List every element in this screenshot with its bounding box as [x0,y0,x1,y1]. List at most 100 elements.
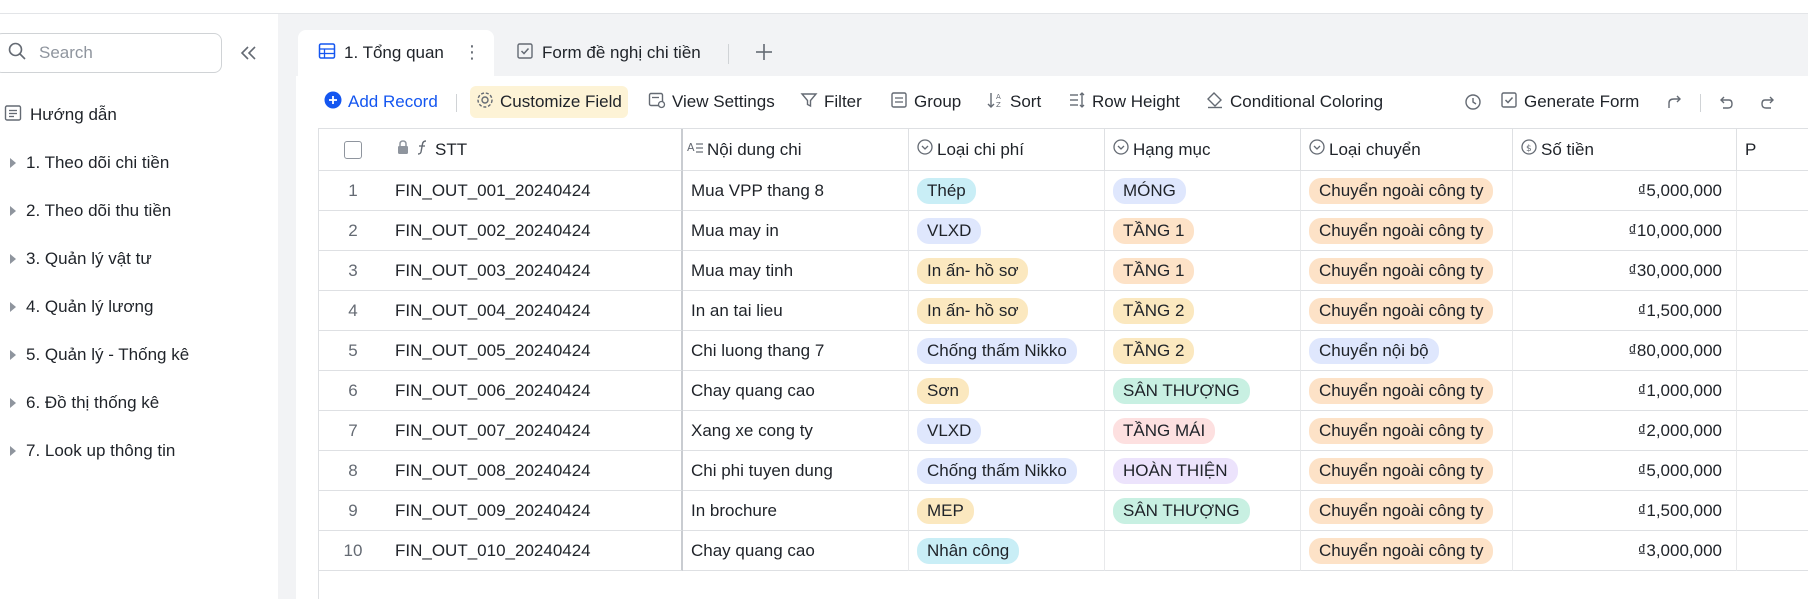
cell-stt[interactable]: FIN_OUT_004_20240424 [387,291,683,331]
cell-hang-muc[interactable]: TẦNG 2 [1105,331,1301,371]
sidebar-item-guide[interactable]: Hướng dẫn [4,95,117,135]
cell-n[interactable]: 6 [319,371,387,411]
table-row[interactable]: 7 FIN_OUT_007_20240424 Xang xe cong ty VLXD… [319,411,1808,451]
cell-n[interactable]: 5 [319,331,387,371]
table-row[interactable]: 1 FIN_OUT_001_20240424 Mua VPP thang 8 Thép… [319,171,1808,211]
cell-hang-muc[interactable]: HOÀN THIỆN [1105,451,1301,491]
cell-hang-muc[interactable]: TẦNG 1 [1105,251,1301,291]
caret-right-icon[interactable] [0,158,26,168]
cell-loai-chuyen[interactable]: Chuyển ngoài công ty [1301,531,1513,571]
cell-n[interactable]: 7 [319,411,387,451]
cell-loai-chi-phi[interactable]: Thép [909,171,1105,211]
cell-n[interactable]: 9 [319,491,387,531]
cell-stt[interactable]: FIN_OUT_008_20240424 [387,451,683,491]
cell-loai-chuyen[interactable]: Chuyển ngoài công ty [1301,291,1513,331]
cell-overflow[interactable] [1737,531,1808,571]
column-header-hang-muc[interactable]: Hạng mục [1105,129,1301,171]
search-input[interactable]: Search [0,33,222,73]
cell-loai-chi-phi[interactable]: Chống thấm Nikko [909,451,1105,491]
cell-stt[interactable]: FIN_OUT_002_20240424 [387,211,683,251]
caret-right-icon[interactable] [0,350,26,360]
table-row[interactable]: 5 FIN_OUT_005_20240424 Chi luong thang 7 Ch… [319,331,1808,371]
cell-hang-muc[interactable]: SÂN THƯỢNG [1105,371,1301,411]
cell-noi-dung[interactable]: Mua may in [683,211,909,251]
redo-icon[interactable] [1760,86,1784,118]
cell-n[interactable]: 3 [319,251,387,291]
cell-noi-dung[interactable]: Chay quang cao [683,371,909,411]
cell-stt[interactable]: FIN_OUT_007_20240424 [387,411,683,451]
cell-noi-dung[interactable]: Xang xe cong ty [683,411,909,451]
cell-n[interactable]: 10 [319,531,387,571]
caret-right-icon[interactable] [0,446,26,456]
table-row[interactable]: 10 FIN_OUT_010_20240424 Chay quang cao Nhân… [319,531,1808,571]
row-height-button[interactable]: Row Height [1068,86,1180,118]
sidebar-item-7[interactable]: 7. Look up thông tin [0,431,175,471]
cell-loai-chuyen[interactable]: Chuyển ngoài công ty [1301,451,1513,491]
cell-overflow[interactable] [1737,171,1808,211]
cell-overflow[interactable] [1737,411,1808,451]
cell-noi-dung[interactable]: In an tai lieu [683,291,909,331]
cell-so-tien[interactable]: ₫5,000,000 [1513,451,1737,491]
undo-icon[interactable] [1716,86,1740,118]
cell-loai-chi-phi[interactable]: Sơn [909,371,1105,411]
cell-so-tien[interactable]: ₫80,000,000 [1513,331,1737,371]
checkbox[interactable] [344,140,362,159]
cell-loai-chi-phi[interactable]: In ấn- hồ sơ [909,291,1105,331]
cell-stt[interactable]: FIN_OUT_010_20240424 [387,531,683,571]
sidebar-item-6[interactable]: 6. Đồ thị thống kê [0,383,159,423]
sidebar-item-2[interactable]: 2. Theo dõi thu tiền [0,191,171,231]
cell-noi-dung[interactable]: Chay quang cao [683,531,909,571]
caret-right-icon[interactable] [0,254,26,264]
cell-loai-chi-phi[interactable]: VLXD [909,211,1105,251]
add-record-button[interactable]: Add Record [324,86,438,118]
column-header-next[interactable]: P [1737,129,1808,171]
cell-so-tien[interactable]: ₫5,000,000 [1513,171,1737,211]
sidebar-item-5[interactable]: 5. Quản lý - Thống kê [0,335,189,375]
cell-stt[interactable]: FIN_OUT_005_20240424 [387,331,683,371]
cell-n[interactable]: 4 [319,291,387,331]
customize-field-button[interactable]: Customize Field [470,86,628,118]
view-settings-button[interactable]: View Settings [648,86,775,118]
table-row[interactable]: 3 FIN_OUT_003_20240424 Mua may tinh In ấn- … [319,251,1808,291]
cell-hang-muc[interactable]: MÓNG [1105,171,1301,211]
table-row[interactable]: 2 FIN_OUT_002_20240424 Mua may in VLXD TẦNG … [319,211,1808,251]
cell-n[interactable]: 8 [319,451,387,491]
generate-form-button[interactable]: Generate Form [1500,86,1639,118]
column-header-so-tien[interactable]: $ Số tiền [1513,129,1737,171]
table-row[interactable]: 8 FIN_OUT_008_20240424 Chi phi tuyen dung C… [319,451,1808,491]
cell-loai-chuyen[interactable]: Chuyển ngoài công ty [1301,411,1513,451]
cell-stt[interactable]: FIN_OUT_009_20240424 [387,491,683,531]
cell-stt[interactable]: FIN_OUT_001_20240424 [387,171,683,211]
table-row[interactable]: 6 FIN_OUT_006_20240424 Chay quang cao Sơn SÂ… [319,371,1808,411]
cell-so-tien[interactable]: ₫1,500,000 [1513,491,1737,531]
more-vertical-icon[interactable]: ⋮ [463,42,481,63]
cell-loai-chi-phi[interactable]: VLXD [909,411,1105,451]
cell-loai-chi-phi[interactable]: In ấn- hồ sơ [909,251,1105,291]
history-icon[interactable] [1464,86,1488,118]
sort-button[interactable]: AZ Sort [986,86,1041,118]
cell-so-tien[interactable]: ₫10,000,000 [1513,211,1737,251]
cell-so-tien[interactable]: ₫2,000,000 [1513,411,1737,451]
tab-form[interactable]: Form đề nghị chi tiền [516,30,701,76]
cell-so-tien[interactable]: ₫3,000,000 [1513,531,1737,571]
cell-noi-dung[interactable]: Chi phi tuyen dung [683,451,909,491]
cell-loai-chuyen[interactable]: Chuyển ngoài công ty [1301,371,1513,411]
cell-loai-chi-phi[interactable]: Nhân công [909,531,1105,571]
share-icon[interactable] [1666,86,1690,118]
cell-hang-muc[interactable]: TẦNG 1 [1105,211,1301,251]
cell-stt[interactable]: FIN_OUT_006_20240424 [387,371,683,411]
cell-loai-chuyen[interactable]: Chuyển ngoài công ty [1301,491,1513,531]
sidebar-item-3[interactable]: 3. Quản lý vật tư [0,239,152,279]
cell-noi-dung[interactable]: Mua may tinh [683,251,909,291]
cell-overflow[interactable] [1737,451,1808,491]
table-row[interactable]: 9 FIN_OUT_009_20240424 In brochure MEP SÂN T… [319,491,1808,531]
cell-loai-chuyen[interactable]: Chuyển nội bộ [1301,331,1513,371]
sidebar-item-4[interactable]: 4. Quản lý lương [0,287,153,327]
cell-noi-dung[interactable]: In brochure [683,491,909,531]
cell-n[interactable]: 2 [319,211,387,251]
cell-overflow[interactable] [1737,491,1808,531]
collapse-sidebar-icon[interactable] [236,41,262,65]
column-header-loai-chi-phi[interactable]: Loại chi phí [909,129,1105,171]
cell-overflow[interactable] [1737,371,1808,411]
cell-overflow[interactable] [1737,331,1808,371]
